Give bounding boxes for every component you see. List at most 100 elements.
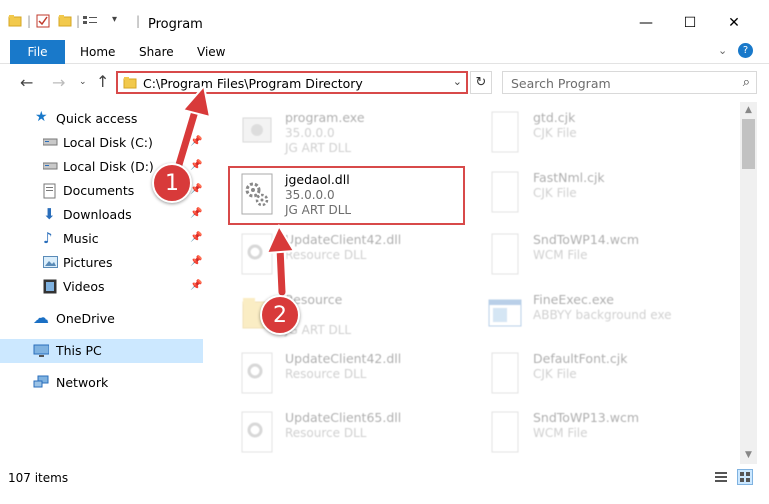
file-description: ABBYY background exe (533, 308, 672, 322)
documents-icon (43, 183, 56, 199)
scroll-up-icon[interactable]: ▲ (740, 102, 757, 119)
scroll-thumb[interactable] (742, 119, 755, 169)
new-folder-icon[interactable] (58, 14, 72, 36)
nav-label: Local Disk (D:) (63, 159, 154, 174)
file-item-sndtowp14-wcm[interactable]: SndToWP14.wcm WCM File (473, 226, 713, 282)
address-dropdown-icon[interactable]: ⌄ (453, 75, 462, 88)
cloud-icon: ☁ (33, 308, 49, 327)
tab-file[interactable]: File (10, 40, 65, 64)
vertical-scrollbar[interactable]: ▲ ▼ (740, 102, 757, 464)
file-item-fastnml-cjk[interactable]: FastNml.cjk CJK File (473, 164, 713, 220)
downloads-icon: ⬇ (43, 205, 56, 223)
nav-onedrive[interactable]: ☁ OneDrive (0, 307, 203, 331)
customize-toolbar-icon[interactable]: ▾ (112, 14, 117, 25)
help-icon[interactable]: ? (738, 43, 753, 58)
file-item-updateclient42-dll[interactable]: UpdateClient42.dll Resource DLL (225, 345, 465, 401)
window-title: Program (148, 17, 203, 32)
file-description: CJK File (533, 367, 577, 381)
separator: | (27, 14, 32, 28)
file-name: SndToWP13.wcm (533, 410, 639, 425)
exe-file-icon (488, 299, 522, 327)
refresh-icon: ↻ (475, 75, 487, 90)
file-name: SndToWP14.wcm (533, 232, 639, 247)
tab-home[interactable]: Home (80, 45, 115, 59)
tab-view[interactable]: View (197, 45, 225, 59)
view-options-icon[interactable] (82, 14, 98, 36)
nav-label: Local Disk (C:) (63, 135, 153, 150)
back-arrow-icon[interactable]: ← (20, 73, 33, 92)
file-version: 35.0.0.0 (285, 126, 335, 140)
nav-network[interactable]: Network (0, 371, 203, 395)
blank-file-icon (491, 411, 519, 453)
nav-downloads[interactable]: ⬇ Downloads 📌 (0, 203, 203, 227)
navigation-pane: ★ Quick access Local Disk (C:) 📌 Local D… (0, 102, 210, 464)
nav-quick-access[interactable]: ★ Quick access (0, 107, 203, 131)
nav-label: Network (56, 375, 109, 390)
nav-label: Pictures (63, 255, 113, 270)
callout-step-2: 2 (260, 295, 300, 335)
drive-icon (43, 162, 58, 170)
blank-file-icon (491, 111, 519, 153)
file-description: Resource DLL (285, 426, 367, 440)
blank-file-icon (491, 233, 519, 275)
pin-icon[interactable]: 📌 (190, 160, 202, 171)
file-name: gtd.cjk (533, 110, 576, 125)
dll-gear-icon (241, 411, 273, 453)
pin-icon[interactable]: 📌 (190, 256, 202, 267)
file-item-defaultfont-cjk[interactable]: DefaultFont.cjk CJK File (473, 345, 713, 401)
file-name: UpdateClient42.dll (285, 351, 402, 366)
nav-videos[interactable]: Videos 📌 (0, 275, 203, 299)
pin-icon[interactable]: 📌 (190, 208, 202, 219)
pin-icon[interactable]: 📌 (190, 184, 202, 195)
file-item-fineexec-exe[interactable]: FineExec.exe ABBYY background exe (473, 286, 713, 342)
separator: | (76, 14, 81, 28)
expand-ribbon-icon[interactable]: ⌄ (718, 44, 727, 57)
pictures-icon (43, 256, 58, 268)
refresh-button[interactable]: ↻ (470, 71, 492, 94)
nav-pictures[interactable]: Pictures 📌 (0, 251, 203, 275)
network-icon (33, 375, 49, 388)
up-arrow-icon[interactable]: ↑ (96, 72, 109, 91)
file-item-gtd-cjk[interactable]: gtd.cjk CJK File (473, 104, 713, 160)
file-name: UpdateClient42.dll (285, 232, 402, 247)
music-icon: ♪ (43, 229, 53, 247)
forward-arrow-icon[interactable]: → (52, 73, 65, 92)
file-name: FineExec.exe (533, 292, 614, 307)
pin-icon[interactable]: 📌 (190, 280, 202, 291)
file-item-updateclient42-dll[interactable]: UpdateClient42.dll Resource DLL (225, 226, 465, 282)
file-name: DefaultFont.cjk (533, 351, 628, 366)
videos-icon (43, 279, 57, 294)
blank-file-icon (491, 171, 519, 213)
scroll-down-icon[interactable]: ▼ (740, 447, 757, 464)
highlight-box (228, 166, 465, 225)
callout-step-1: 1 (152, 163, 192, 203)
dll-gear-icon (241, 352, 273, 394)
file-item-program-exe[interactable]: program.exe 35.0.0.0 JG ART DLL (225, 104, 465, 160)
folder-icon[interactable] (8, 14, 22, 36)
details-view-icon[interactable] (714, 470, 728, 484)
computer-icon (33, 344, 49, 357)
nav-music[interactable]: ♪ Music 📌 (0, 227, 203, 251)
close-button[interactable]: ✕ (712, 8, 756, 38)
search-input[interactable]: Search Program ⌕ (502, 71, 757, 94)
properties-icon[interactable] (36, 14, 50, 36)
address-path: C:\Program Files\Program Directory (143, 76, 363, 91)
file-name: UpdateClient65.dll (285, 410, 402, 425)
item-count: 107 items (8, 471, 69, 485)
file-item-updateclient65-dll[interactable]: UpdateClient65.dll Resource DLL (225, 404, 465, 460)
maximize-button[interactable]: ☐ (668, 8, 712, 38)
file-description: CJK File (533, 186, 577, 200)
large-icons-view-icon[interactable] (737, 469, 753, 485)
dll-gear-icon (241, 233, 273, 275)
minimize-button[interactable]: — (624, 8, 668, 38)
pin-icon[interactable]: 📌 (190, 232, 202, 243)
tab-share[interactable]: Share (139, 45, 174, 59)
recent-locations-icon[interactable]: ⌄ (79, 77, 87, 87)
nav-this-pc[interactable]: This PC (0, 339, 203, 363)
nav-local-disk-c[interactable]: Local Disk (C:) 📌 (0, 131, 203, 155)
file-item-sndtowp13-wcm[interactable]: SndToWP13.wcm WCM File (473, 404, 713, 460)
separator: | (136, 14, 141, 28)
address-bar[interactable]: C:\Program Files\Program Directory ⌄ (116, 71, 468, 94)
pin-icon[interactable]: 📌 (190, 136, 202, 147)
nav-label: Music (63, 231, 99, 246)
